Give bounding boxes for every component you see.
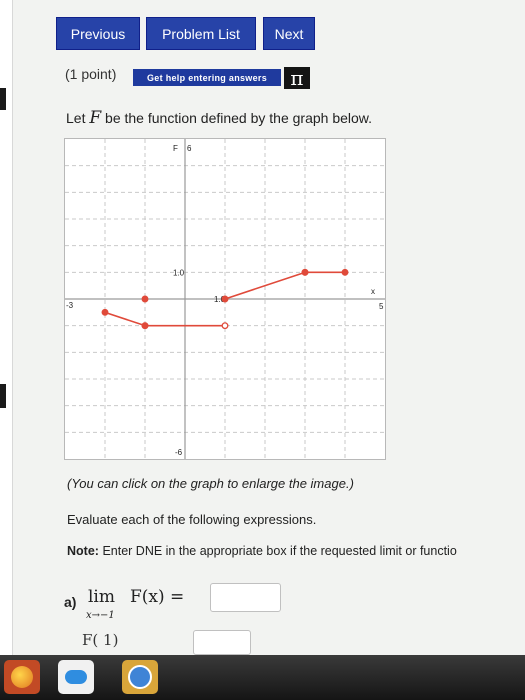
closed-endpoint [141, 322, 149, 330]
left-sidebar-rail [0, 0, 13, 655]
y-max-label: 6 [187, 144, 192, 153]
y-one-label: 1.0 [173, 268, 185, 277]
note-label: Note: [67, 544, 99, 558]
y-min-label: -6 [175, 448, 183, 457]
taskbar [0, 655, 525, 700]
limit-operator: lim [88, 587, 115, 607]
function-graph[interactable]: F 6 1.0 1.0 -3 x 5 -6 [64, 138, 386, 460]
graph-caption: (You can click on the graph to enlarge t… [67, 476, 354, 491]
previous-button[interactable]: Previous [56, 17, 140, 50]
rail-marker [0, 88, 6, 110]
curve-segment [104, 311, 146, 327]
closed-endpoint [221, 295, 229, 303]
closed-endpoint [301, 268, 309, 276]
limit-subscript: x→−1 [86, 610, 115, 621]
help-entering-answers-button[interactable]: Get help entering answers [133, 69, 281, 86]
rail-marker [0, 384, 6, 408]
pi-icon[interactable]: π [284, 66, 310, 90]
statement-prefix: Let [66, 110, 86, 126]
isolated-point [141, 295, 149, 303]
x-axis-label: x [371, 287, 375, 296]
y-axis-label: F [173, 144, 178, 153]
problem-statement: Let F be the function defined by the gra… [66, 108, 372, 128]
open-endpoint [221, 322, 229, 330]
start-icon[interactable] [4, 660, 40, 694]
x-max-label: 5 [379, 302, 384, 311]
next-button[interactable]: Next [263, 17, 315, 50]
part-a-label: a) [64, 594, 77, 610]
closed-endpoint [101, 308, 109, 316]
closed-endpoint [341, 268, 349, 276]
part-b-answer-input[interactable] [193, 630, 251, 655]
instructions-text: Evaluate each of the following expressio… [67, 512, 317, 527]
point-value: (1 point) [65, 66, 117, 82]
function-name: F [89, 108, 102, 128]
statement-suffix: be the function defined by the graph bel… [105, 110, 373, 126]
x-min-label: -3 [66, 301, 74, 310]
part-a-answer-input[interactable] [210, 583, 281, 612]
limit-expression: F(x) = [130, 587, 185, 607]
cloud-icon[interactable] [58, 660, 94, 694]
graph-svg: F 61.01.0-3x5-6 [65, 139, 385, 459]
note-body: Enter DNE in the appropriate box if the … [102, 544, 457, 558]
note-text: Note: Enter DNE in the appropriate box i… [67, 544, 457, 558]
problem-list-button[interactable]: Problem List [146, 17, 256, 50]
part-b-partial-text: F( 1) [82, 631, 119, 649]
browser-icon[interactable] [122, 660, 158, 694]
